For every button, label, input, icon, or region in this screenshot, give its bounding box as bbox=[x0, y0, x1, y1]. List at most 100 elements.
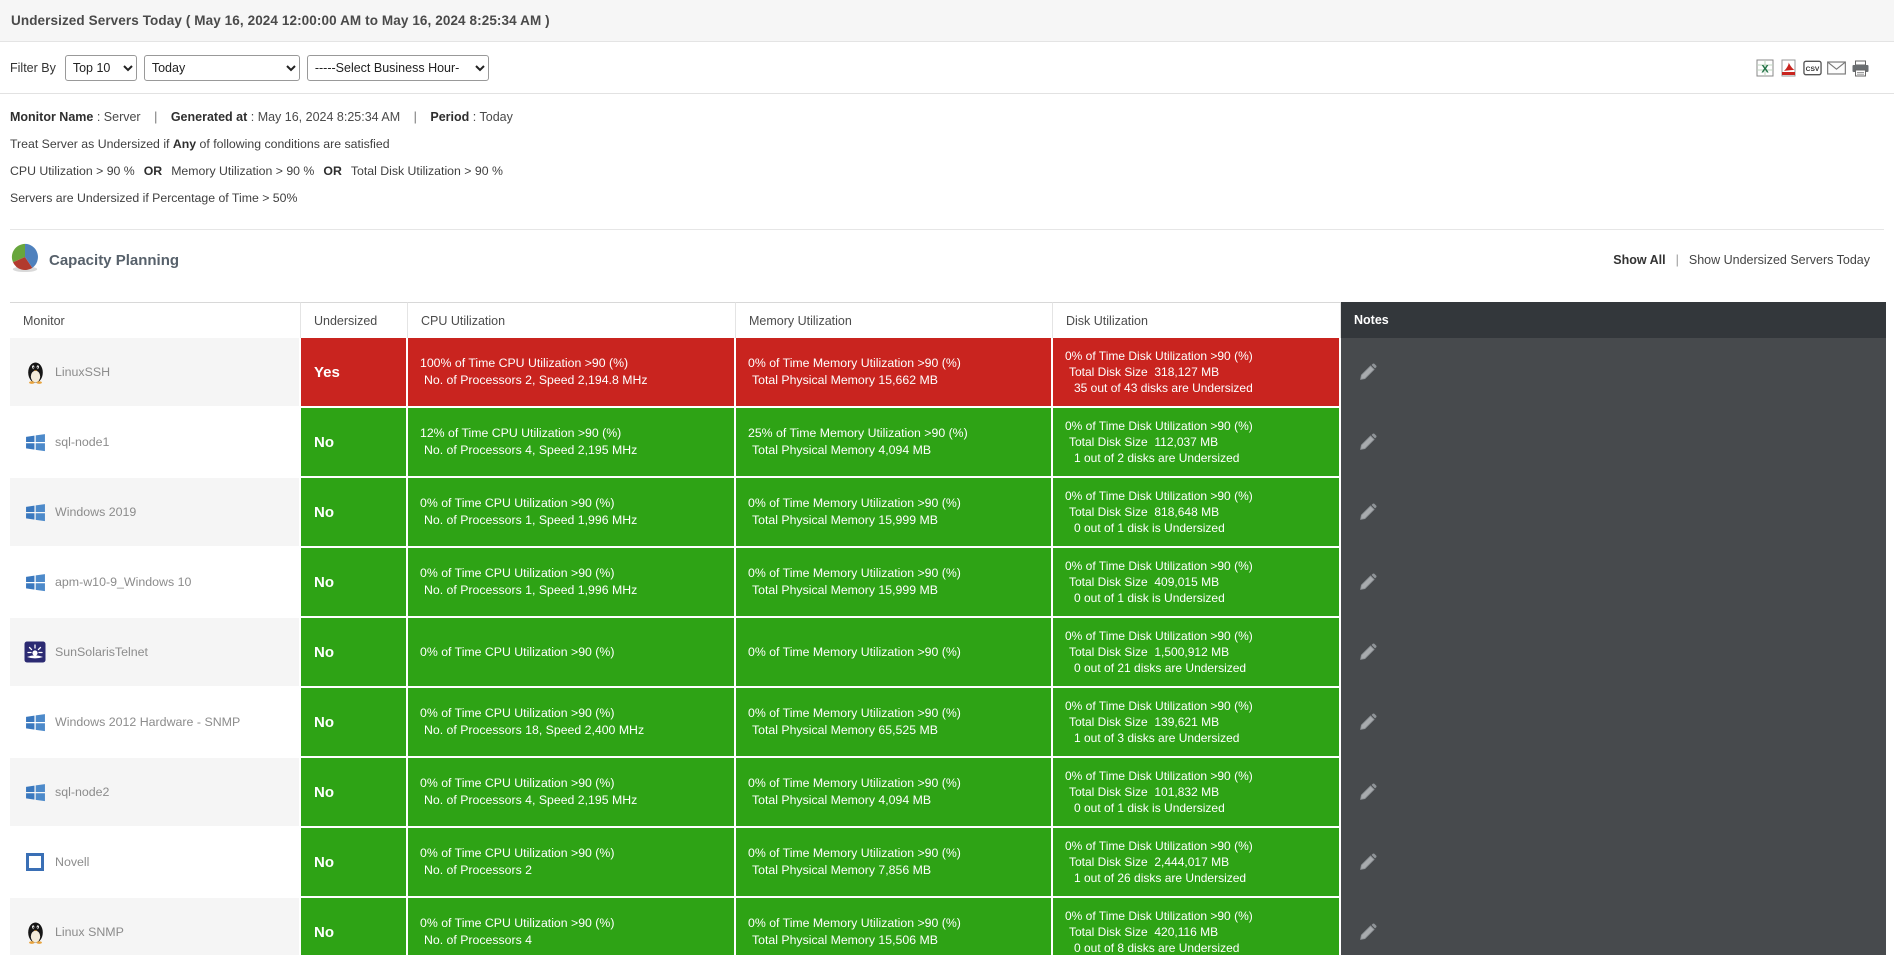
cell-line: Total Disk Size 101,832 MB bbox=[1065, 784, 1339, 800]
undersized-value: No bbox=[314, 574, 334, 591]
show-undersized-link[interactable]: Show Undersized Servers Today bbox=[1689, 253, 1870, 267]
edit-note-pencil-icon[interactable] bbox=[1358, 502, 1378, 522]
undersized-cell: No bbox=[301, 618, 408, 686]
cpu-utilization-cell: 12% of Time CPU Utilization >90 (%)No. o… bbox=[408, 408, 736, 476]
cell-line: 12% of Time CPU Utilization >90 (%) bbox=[420, 425, 734, 442]
cell-line: 100% of Time CPU Utilization >90 (%) bbox=[420, 355, 734, 372]
novell-icon bbox=[23, 850, 47, 874]
cell-line: 0 out of 21 disks are Undersized bbox=[1065, 660, 1339, 676]
memory-utilization-cell: 0% of Time Memory Utilization >90 (%)Tot… bbox=[736, 478, 1053, 546]
notes-cell bbox=[1341, 408, 1886, 476]
undersized-cell: No bbox=[301, 478, 408, 546]
edit-note-pencil-icon[interactable] bbox=[1358, 922, 1378, 942]
cell-line: 25% of Time Memory Utilization >90 (%) bbox=[748, 425, 1051, 442]
monitor-cell: Novell bbox=[10, 828, 301, 896]
cell-line: 0% of Time Disk Utilization >90 (%) bbox=[1065, 348, 1339, 364]
monitor-name[interactable]: Novell bbox=[55, 855, 89, 869]
svg-text:X: X bbox=[1761, 64, 1769, 76]
monitor-name-value: Server bbox=[104, 110, 141, 124]
period-select[interactable]: Today bbox=[144, 55, 300, 81]
filter-by-label: Filter By bbox=[10, 61, 56, 75]
column-header-undersized[interactable]: Undersized bbox=[301, 302, 408, 338]
disk-utilization-cell: 0% of Time Disk Utilization >90 (%)Total… bbox=[1053, 828, 1341, 896]
cell-line: No. of Processors 4, Speed 2,195 MHz bbox=[420, 442, 734, 459]
pdf-export-icon[interactable] bbox=[1779, 59, 1798, 78]
linux-icon bbox=[23, 360, 47, 384]
cell-line: 0 out of 1 disk is Undersized bbox=[1065, 590, 1339, 606]
edit-note-pencil-icon[interactable] bbox=[1358, 362, 1378, 382]
svg-text:CSV: CSV bbox=[1806, 66, 1820, 73]
cell-line: Total Disk Size 818,648 MB bbox=[1065, 504, 1339, 520]
excel-export-icon[interactable]: X bbox=[1755, 59, 1774, 78]
cell-line: Total Disk Size 112,037 MB bbox=[1065, 434, 1339, 450]
undersized-cell: Yes bbox=[301, 338, 408, 406]
show-all-link[interactable]: Show All bbox=[1613, 253, 1665, 267]
table-row: Novell No 0% of Time CPU Utilization >90… bbox=[10, 828, 1886, 896]
undersized-cell: No bbox=[301, 758, 408, 826]
windows-icon bbox=[23, 430, 47, 454]
notes-cell bbox=[1341, 618, 1886, 686]
cell-line: Total Disk Size 409,015 MB bbox=[1065, 574, 1339, 590]
notes-cell bbox=[1341, 828, 1886, 896]
edit-note-pencil-icon[interactable] bbox=[1358, 432, 1378, 452]
column-header-notes: Notes bbox=[1341, 302, 1886, 338]
disk-utilization-cell: 0% of Time Disk Utilization >90 (%)Total… bbox=[1053, 338, 1341, 406]
cell-line: 0% of Time Memory Utilization >90 (%) bbox=[748, 705, 1051, 722]
cell-line: 0% of Time CPU Utilization >90 (%) bbox=[420, 565, 734, 582]
cell-line: 0% of Time Disk Utilization >90 (%) bbox=[1065, 698, 1339, 714]
email-icon[interactable] bbox=[1827, 59, 1846, 78]
condition-prefix: Treat Server as Undersized if bbox=[10, 137, 173, 151]
condition-text: Memory Utilization > 90 % bbox=[171, 164, 314, 178]
monitor-name[interactable]: Windows 2019 bbox=[55, 505, 136, 519]
monitor-name[interactable]: SunSolarisTelnet bbox=[55, 645, 148, 659]
edit-note-pencil-icon[interactable] bbox=[1358, 712, 1378, 732]
condition-suffix: of following conditions are satisfied bbox=[196, 137, 389, 151]
disk-utilization-cell: 0% of Time Disk Utilization >90 (%)Total… bbox=[1053, 688, 1341, 756]
cell-line: Total Physical Memory 15,999 MB bbox=[748, 582, 1051, 599]
monitor-name[interactable]: sql-node2 bbox=[55, 785, 109, 799]
monitor-name[interactable]: LinuxSSH bbox=[55, 365, 110, 379]
notes-cell bbox=[1341, 548, 1886, 616]
cell-line: Total Physical Memory 65,525 MB bbox=[748, 722, 1051, 739]
edit-note-pencil-icon[interactable] bbox=[1358, 572, 1378, 592]
column-header-monitor[interactable]: Monitor bbox=[10, 302, 301, 338]
monitor-name[interactable]: Windows 2012 Hardware - SNMP bbox=[55, 715, 240, 729]
page-title: Undersized Servers Today ( May 16, 2024 … bbox=[11, 13, 550, 28]
column-header-memory[interactable]: Memory Utilization bbox=[736, 302, 1053, 338]
top-n-select[interactable]: Top 10 bbox=[65, 55, 137, 81]
monitor-name[interactable]: sql-node1 bbox=[55, 435, 109, 449]
memory-utilization-cell: 0% of Time Memory Utilization >90 (%)Tot… bbox=[736, 828, 1053, 896]
business-hour-select[interactable]: -----Select Business Hour- bbox=[307, 55, 489, 81]
monitor-name[interactable]: Linux SNMP bbox=[55, 925, 124, 939]
monitor-cell: LinuxSSH bbox=[10, 338, 301, 406]
undersized-value: No bbox=[314, 924, 334, 941]
monitor-name[interactable]: apm-w10-9_Windows 10 bbox=[55, 575, 191, 589]
notes-cell bbox=[1341, 338, 1886, 406]
cell-line: Total Disk Size 420,116 MB bbox=[1065, 924, 1339, 940]
print-icon[interactable] bbox=[1851, 59, 1870, 78]
undersized-cell: No bbox=[301, 548, 408, 616]
cpu-utilization-cell: 0% of Time CPU Utilization >90 (%) bbox=[408, 618, 736, 686]
meta-separator: | bbox=[154, 110, 157, 124]
column-header-cpu[interactable]: CPU Utilization bbox=[408, 302, 736, 338]
edit-note-pencil-icon[interactable] bbox=[1358, 642, 1378, 662]
monitor-cell: SunSolarisTelnet bbox=[10, 618, 301, 686]
or-joiner: OR bbox=[144, 164, 162, 178]
edit-note-pencil-icon[interactable] bbox=[1358, 782, 1378, 802]
cell-line: 0% of Time Disk Utilization >90 (%) bbox=[1065, 558, 1339, 574]
report-info: Monitor Name : Server | Generated at : M… bbox=[0, 94, 1894, 230]
cell-line: 1 out of 2 disks are Undersized bbox=[1065, 450, 1339, 466]
monitor-cell: Linux SNMP bbox=[10, 898, 301, 955]
links-separator: | bbox=[1676, 253, 1679, 267]
monitor-cell: Windows 2012 Hardware - SNMP bbox=[10, 688, 301, 756]
solaris-icon bbox=[23, 640, 47, 664]
edit-note-pencil-icon[interactable] bbox=[1358, 852, 1378, 872]
column-header-disk[interactable]: Disk Utilization bbox=[1053, 302, 1341, 338]
table-header-row: Monitor Undersized CPU Utilization Memor… bbox=[10, 302, 1886, 338]
csv-export-icon[interactable]: CSV bbox=[1803, 59, 1822, 78]
report-title-bar: Undersized Servers Today ( May 16, 2024 … bbox=[0, 0, 1894, 42]
table-row: Linux SNMP No 0% of Time CPU Utilization… bbox=[10, 898, 1886, 955]
cell-line: 35 out of 43 disks are Undersized bbox=[1065, 380, 1339, 396]
undersized-cell: No bbox=[301, 408, 408, 476]
condition-text: CPU Utilization > 90 % bbox=[10, 164, 135, 178]
